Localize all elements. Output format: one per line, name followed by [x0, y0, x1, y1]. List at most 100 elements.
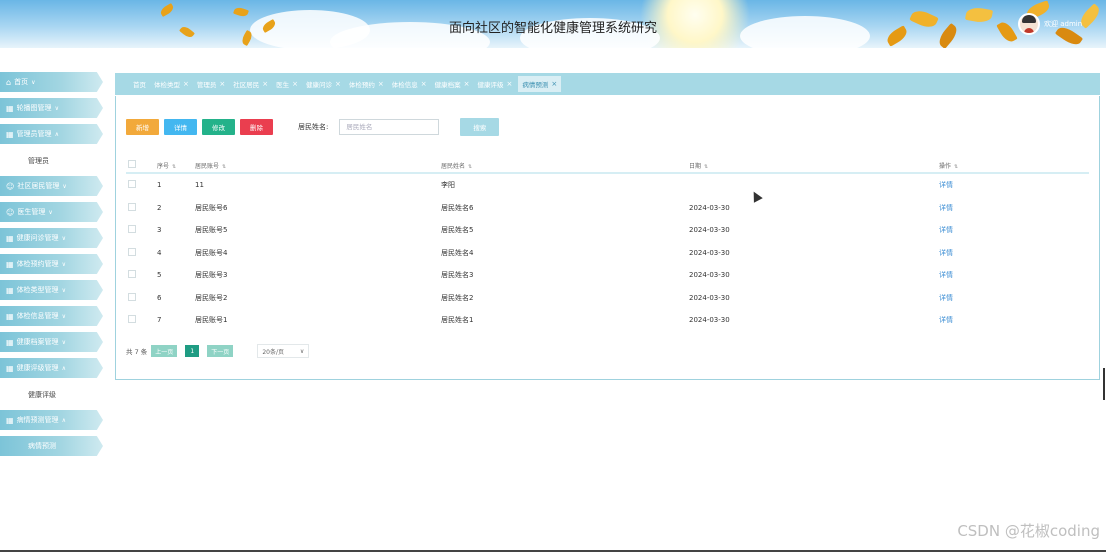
sidebar-item-checkup-type[interactable]: ▦ 体检类型管理 ∨ — [0, 280, 103, 300]
table-row[interactable]: 4 居民账号4 居民姓名4 2024-03-30 详情 — [126, 242, 1089, 265]
table-row[interactable]: 2 居民账号6 居民姓名6 2024-03-30 详情 — [126, 197, 1089, 220]
tab-health-rating[interactable]: 健康评级 × — [476, 76, 515, 92]
sidebar-item-label: 病情预测管理 — [16, 416, 59, 424]
sidebar-item-health-rating[interactable]: ▦ 健康评级管理 ∧ — [0, 358, 103, 378]
table-row[interactable]: 3 居民账号5 居民姓名5 2024-03-30 详情 — [126, 219, 1089, 242]
row-checkbox[interactable] — [128, 292, 136, 301]
tab-checkup-booking[interactable]: 体检预约 × — [347, 76, 386, 92]
sidebar-item-health-record[interactable]: ▦ 健康档案管理 ∨ — [0, 332, 103, 352]
sidebar-item-doctors[interactable]: ☺ 医生管理 ∨ — [0, 202, 103, 222]
table-row[interactable]: 5 居民账号3 居民姓名3 2024-03-30 详情 — [126, 264, 1089, 287]
sort-icon[interactable]: ⇅ — [704, 164, 708, 170]
column-header-date[interactable]: 日期 — [689, 163, 701, 170]
tab-label: 体检类型 — [154, 81, 180, 89]
sidebar-item-carousel[interactable]: ▦ 轮播图管理 ∨ — [0, 98, 103, 118]
row-checkbox[interactable] — [128, 180, 136, 189]
chevron-down-icon: ∨ — [61, 286, 66, 294]
tab-bar: 首页 体检类型 × 管理员 × 社区居民 × 医生 × 健康问诊 × 体检预约 × 体检信息… — [115, 73, 1100, 95]
row-checkbox[interactable] — [128, 247, 136, 256]
sidebar-item-prediction[interactable]: ▦ 病情预测管理 ∧ — [0, 410, 103, 430]
detail-button[interactable]: 详情 — [164, 119, 197, 135]
sidebar-subitem-admin[interactable]: 管理员 — [0, 150, 105, 172]
toolbar: 新增 详情 修改 删除 居民姓名: 搜索 — [126, 118, 500, 136]
close-icon[interactable]: × — [378, 80, 384, 88]
chevron-up-icon: ∧ — [54, 130, 59, 138]
tab-doctor[interactable]: 医生 × — [274, 76, 300, 92]
row-detail-link[interactable]: 详情 — [939, 226, 953, 234]
sidebar-subitem-prediction[interactable]: 病情预测 — [0, 436, 103, 456]
row-detail-link[interactable]: 详情 — [939, 204, 953, 212]
close-icon[interactable]: × — [183, 80, 189, 88]
sidebar-item-checkup-info[interactable]: ▦ 体检信息管理 ∨ — [0, 306, 103, 326]
table-row[interactable]: 1 11 李阳 详情 — [126, 174, 1089, 197]
sidebar-item-consultation[interactable]: ▦ 健康问诊管理 ∨ — [0, 228, 103, 248]
sort-icon[interactable]: ⇅ — [172, 164, 176, 170]
row-checkbox[interactable] — [128, 225, 136, 234]
cell-account: 居民账号1 — [195, 316, 228, 325]
sidebar-item-residents[interactable]: ☺ 社区居民管理 ∨ — [0, 176, 103, 196]
tab-prediction[interactable]: 病情预测 × — [518, 76, 562, 92]
cell-name: 居民姓名6 — [441, 203, 474, 212]
page-number-button[interactable]: 1 — [185, 345, 200, 357]
tab-home[interactable]: 首页 — [131, 76, 148, 92]
row-detail-link[interactable]: 详情 — [939, 249, 953, 257]
user-icon: ☺ — [6, 207, 15, 217]
grid-icon: ▦ — [6, 233, 14, 243]
add-button[interactable]: 新增 — [126, 119, 159, 135]
close-icon[interactable]: × — [551, 80, 557, 88]
close-icon[interactable]: × — [335, 80, 341, 88]
tab-checkup-type[interactable]: 体检类型 × — [152, 76, 191, 92]
sort-icon[interactable]: ⇅ — [954, 164, 958, 170]
close-icon[interactable]: × — [219, 80, 225, 88]
edit-button[interactable]: 修改 — [202, 119, 235, 135]
row-detail-link[interactable]: 详情 — [939, 181, 953, 189]
page-size-select[interactable]: 20条/页 ∨ — [257, 344, 310, 358]
sidebar-item-label: 健康问诊管理 — [16, 234, 59, 242]
close-icon[interactable]: × — [292, 80, 298, 88]
cell-date: 2024-03-30 — [689, 293, 730, 302]
delete-button[interactable]: 删除 — [240, 119, 273, 135]
sidebar-subitem-health-rating[interactable]: 健康评级 — [0, 384, 105, 406]
column-header-name[interactable]: 居民姓名 — [441, 163, 465, 170]
sidebar-item-label: 轮播图管理 — [16, 104, 52, 112]
row-checkbox[interactable] — [128, 315, 136, 324]
tab-admin[interactable]: 管理员 × — [195, 76, 227, 92]
table-row[interactable]: 6 居民账号2 居民姓名2 2024-03-30 详情 — [126, 287, 1089, 310]
tab-health-record[interactable]: 健康档案 × — [433, 76, 472, 92]
row-detail-link[interactable]: 详情 — [939, 316, 953, 324]
resident-name-search-input[interactable] — [339, 119, 440, 135]
user-name[interactable]: 欢迎 admin — [1044, 19, 1082, 29]
tab-consultation[interactable]: 健康问诊 × — [304, 76, 343, 92]
table-body: 1 11 李阳 详情 2 居民账号6 居民姓名6 2024-03-30 详情 3 居民账号5 居民姓名… — [126, 174, 1089, 332]
cell-date: 2024-03-30 — [689, 316, 730, 325]
select-all-checkbox[interactable] — [128, 160, 136, 168]
cell-name: 居民姓名4 — [441, 248, 474, 257]
row-checkbox[interactable] — [128, 270, 136, 279]
row-checkbox[interactable] — [128, 202, 136, 211]
prev-page-button[interactable]: 上一页 — [151, 345, 178, 357]
table-row[interactable]: 7 居民账号1 居民姓名1 2024-03-30 详情 — [126, 309, 1089, 332]
sidebar-item-admin[interactable]: ▦ 管理员管理 ∧ — [0, 124, 103, 144]
search-button[interactable]: 搜索 — [460, 118, 500, 136]
next-page-button[interactable]: 下一页 — [207, 345, 234, 357]
row-detail-link[interactable]: 详情 — [939, 271, 953, 279]
avatar[interactable] — [1018, 13, 1040, 35]
cell-account: 居民账号6 — [195, 203, 228, 212]
close-icon[interactable]: × — [507, 80, 513, 88]
tab-label: 体检预约 — [348, 81, 375, 89]
sidebar-item-home[interactable]: ⌂ 首页 ∨ — [0, 72, 103, 92]
sort-icon[interactable]: ⇅ — [468, 164, 472, 170]
tab-residents[interactable]: 社区居民 × — [231, 76, 270, 92]
sidebar-item-checkup-booking[interactable]: ▦ 体检预约管理 ∨ — [0, 254, 103, 274]
column-header-op[interactable]: 操作 — [939, 163, 951, 170]
user-menu[interactable]: 欢迎 admin — [1018, 10, 1082, 38]
close-icon[interactable]: × — [262, 80, 268, 88]
row-detail-link[interactable]: 详情 — [939, 294, 953, 302]
column-header-index[interactable]: 序号 — [157, 163, 169, 170]
close-icon[interactable]: × — [464, 80, 470, 88]
column-header-account[interactable]: 居民账号 — [195, 163, 219, 170]
sort-icon[interactable]: ⇅ — [222, 164, 226, 170]
sidebar-item-label: 健康评级管理 — [16, 364, 59, 372]
close-icon[interactable]: × — [421, 80, 427, 88]
tab-checkup-info[interactable]: 体检信息 × — [390, 76, 429, 92]
